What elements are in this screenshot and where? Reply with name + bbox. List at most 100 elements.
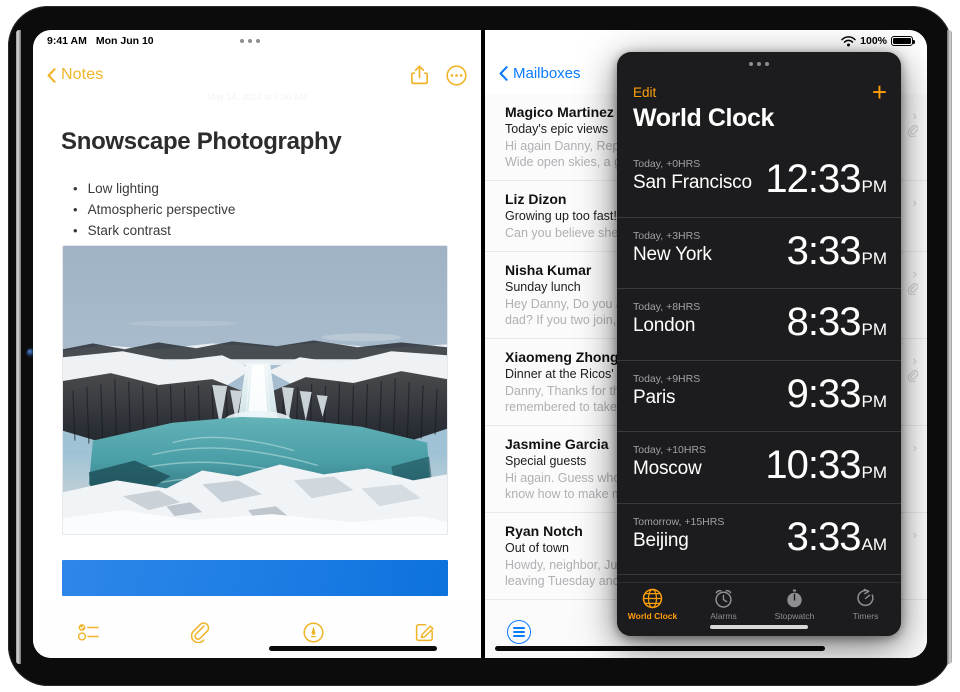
device-left-edge <box>16 30 21 664</box>
clock-meridiem: PM <box>861 391 888 411</box>
chevron-left-icon <box>499 65 508 81</box>
note-bullet-item: • Atmospheric perspective <box>73 199 457 220</box>
wifi-icon <box>841 35 856 47</box>
plus-icon[interactable]: + <box>872 79 887 105</box>
world-clock-list[interactable]: Today, +0HRS San Francisco 12:33 PM Today, +… <box>617 146 901 582</box>
device-right-edge <box>947 30 952 664</box>
notes-back-button[interactable]: Notes <box>47 66 103 84</box>
paperclip-icon <box>907 369 919 387</box>
battery-percent-label: 100% <box>860 35 887 47</box>
chevron-right-icon[interactable]: › <box>913 195 917 210</box>
tab-stopwatch[interactable]: Stopwatch <box>759 588 830 621</box>
chevron-right-icon[interactable]: › <box>913 108 917 123</box>
handle-dot <box>757 62 761 66</box>
tab-label: Stopwatch <box>774 611 815 621</box>
checklist-icon[interactable] <box>33 623 145 641</box>
mailboxes-back-button[interactable]: Mailboxes <box>499 65 581 82</box>
note-bullet-item: • Low lighting <box>73 178 457 199</box>
paperclip-icon[interactable] <box>145 621 257 643</box>
notes-app-pane: 9:41 AM Mon Jun 10 Notes May 14, 2024 at… <box>33 30 481 658</box>
note-bullet-item: • Stark contrast <box>73 220 457 241</box>
world-clock-row[interactable]: Today, +8HRS London 8:33 PM <box>617 289 901 361</box>
screenshot-root: 9:41 AM Mon Jun 10 Notes May 14, 2024 at… <box>0 0 960 692</box>
notes-back-label: Notes <box>61 66 104 83</box>
markup-pen-icon[interactable] <box>257 621 369 643</box>
handle-dot <box>256 39 260 43</box>
clock-time: 12:33 PM <box>765 155 887 203</box>
compose-note-icon[interactable] <box>369 622 481 642</box>
handle-dot <box>765 62 769 66</box>
paperclip-icon <box>907 282 919 300</box>
tab-label: Timers <box>852 611 879 621</box>
chevron-left-icon <box>47 67 56 83</box>
tab-world-clock[interactable]: World Clock <box>617 588 688 621</box>
clock-time-value: 3:33 <box>786 514 862 559</box>
tab-label: World Clock <box>627 611 678 621</box>
chevron-right-icon[interactable]: › <box>913 527 917 542</box>
waterfall-illustration <box>63 246 447 534</box>
globe-icon <box>642 588 663 609</box>
ellipsis-circle-icon[interactable] <box>446 64 467 86</box>
clock-time-value: 10:33 <box>765 443 861 487</box>
world-clock-row[interactable]: Today, +10HRS Moscow 10:33 PM <box>617 432 901 504</box>
clock-top-bar: Edit + <box>617 78 901 106</box>
clock-time: 3:33 AM <box>787 513 887 561</box>
compose-message-icon[interactable] <box>507 620 531 644</box>
notes-home-indicator[interactable] <box>269 646 437 651</box>
timer-icon <box>857 588 874 607</box>
mail-home-indicator[interactable] <box>495 646 825 651</box>
clock-time-value: 9:33 <box>786 371 862 416</box>
note-bullet-text: Low lighting <box>87 181 159 196</box>
chevron-right-icon[interactable]: › <box>913 353 917 368</box>
clock-city-name: San Francisco <box>633 172 752 193</box>
bullet-dot: • <box>73 181 78 196</box>
clock-multitask-handle[interactable] <box>617 62 901 66</box>
clock-offset-label: Tomorrow, +15HRS <box>633 515 725 528</box>
clock-offset-label: Today, +10HRS <box>633 444 707 456</box>
bullet-dot: • <box>73 202 78 217</box>
clock-offset-label: Today, +9HRS <box>633 372 701 385</box>
handle-dot <box>240 39 244 43</box>
clock-edit-button[interactable]: Edit <box>633 85 656 100</box>
world-clock-row[interactable]: Tomorrow, +15HRS Beijing 3:33 AM <box>617 504 901 575</box>
note-bullet-text: Stark contrast <box>87 223 171 238</box>
clock-time: 3:33 PM <box>787 227 887 275</box>
tab-alarms[interactable]: Alarms <box>688 588 759 621</box>
clock-city-name: Beijing <box>633 529 689 551</box>
world-clock-row[interactable]: Today, +0HRS San Francisco 12:33 PM <box>617 146 901 218</box>
world-clock-row[interactable]: Today, +9HRS Paris 9:33 PM <box>617 361 901 432</box>
share-up-arrow-icon[interactable] <box>411 65 428 85</box>
bullet-dot: • <box>73 223 78 238</box>
tab-label: Alarms <box>710 611 737 621</box>
battery-full-icon <box>891 35 916 47</box>
clock-city-name: Paris <box>633 386 676 408</box>
status-bar-left: 9:41 AM Mon Jun 10 <box>47 35 154 47</box>
clock-city-name: London <box>633 315 696 336</box>
clock-time: 8:33 PM <box>787 298 887 346</box>
status-bar-right: 100% <box>841 35 916 47</box>
notes-multitask-handle[interactable] <box>240 39 260 43</box>
clock-meridiem: PM <box>861 248 888 268</box>
world-clock-row[interactable]: Today, +3HRS New York 3:33 PM <box>617 218 901 289</box>
note-date-line: May 14, 2024 at 7:30 AM <box>206 92 308 102</box>
clock-home-indicator[interactable] <box>710 625 808 629</box>
status-time: 9:41 AM <box>47 35 87 47</box>
alarm-clock-icon <box>715 589 732 608</box>
chevron-right-icon[interactable]: › <box>913 266 917 281</box>
clock-meridiem: PM <box>861 463 888 482</box>
note-bullet-text: Atmospheric perspective <box>87 202 236 217</box>
notes-nav-actions <box>411 64 467 86</box>
stopwatch-icon <box>787 589 802 608</box>
ipad-screen: 9:41 AM Mon Jun 10 Notes May 14, 2024 at… <box>33 30 927 658</box>
clock-meridiem: PM <box>861 320 888 339</box>
clock-offset-label: Today, +0HRS <box>633 158 701 170</box>
clock-slide-over-window: Edit + World Clock Today, +0HRS San Franc… <box>617 52 901 636</box>
mail-status-bar: 100% <box>485 30 927 52</box>
mailboxes-back-label: Mailboxes <box>513 64 581 82</box>
note-attached-photo[interactable] <box>62 245 448 535</box>
note-highlight-bar <box>62 560 448 596</box>
tab-timers[interactable]: Timers <box>830 588 901 621</box>
clock-time-value: 12:33 <box>765 157 861 201</box>
chevron-right-icon[interactable]: › <box>913 440 917 455</box>
clock-page-title: World Clock <box>633 104 774 132</box>
